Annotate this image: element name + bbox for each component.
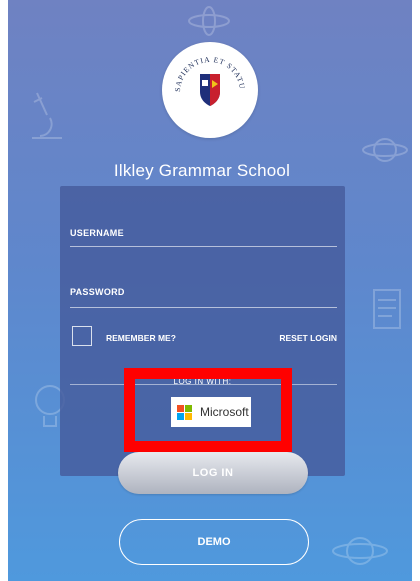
remember-me-checkbox[interactable]: [72, 326, 92, 346]
atom-doodle-icon: [188, 6, 230, 36]
microsoft-login-button[interactable]: Microsoft: [171, 397, 251, 427]
school-name: Ilkley Grammar School: [113, 161, 291, 180]
microscope-doodle-icon: [32, 92, 62, 139]
crest-icon: SAPIENTIA ET STATURA PROFICIAMUS: [158, 35, 246, 106]
microsoft-logo-icon: [177, 404, 192, 420]
password-input[interactable]: [70, 307, 337, 308]
remember-me-label: REMEMBER ME?: [106, 333, 176, 343]
demo-button[interactable]: DEMO: [119, 519, 309, 565]
planet-doodle-bottom-icon: [332, 537, 388, 565]
school-crest-logo: SAPIENTIA ET STATURA PROFICIAMUS: [158, 35, 258, 138]
microsoft-label: Microsoft: [200, 405, 249, 419]
document-doodle-icon: [373, 289, 401, 329]
login-button-label: LOG IN: [192, 467, 234, 479]
login-with-label: LOG IN WITH:: [173, 377, 232, 386]
login-panel: USERNAME PASSWORD REMEMBER ME? RESET LOG…: [60, 186, 345, 476]
login-button[interactable]: LOG IN: [118, 452, 308, 494]
password-label: PASSWORD: [70, 287, 125, 297]
demo-button-label: DEMO: [197, 536, 231, 548]
username-label: USERNAME: [70, 228, 124, 238]
reset-login-link[interactable]: RESET LOGIN: [279, 333, 337, 343]
username-input[interactable]: [70, 246, 337, 247]
